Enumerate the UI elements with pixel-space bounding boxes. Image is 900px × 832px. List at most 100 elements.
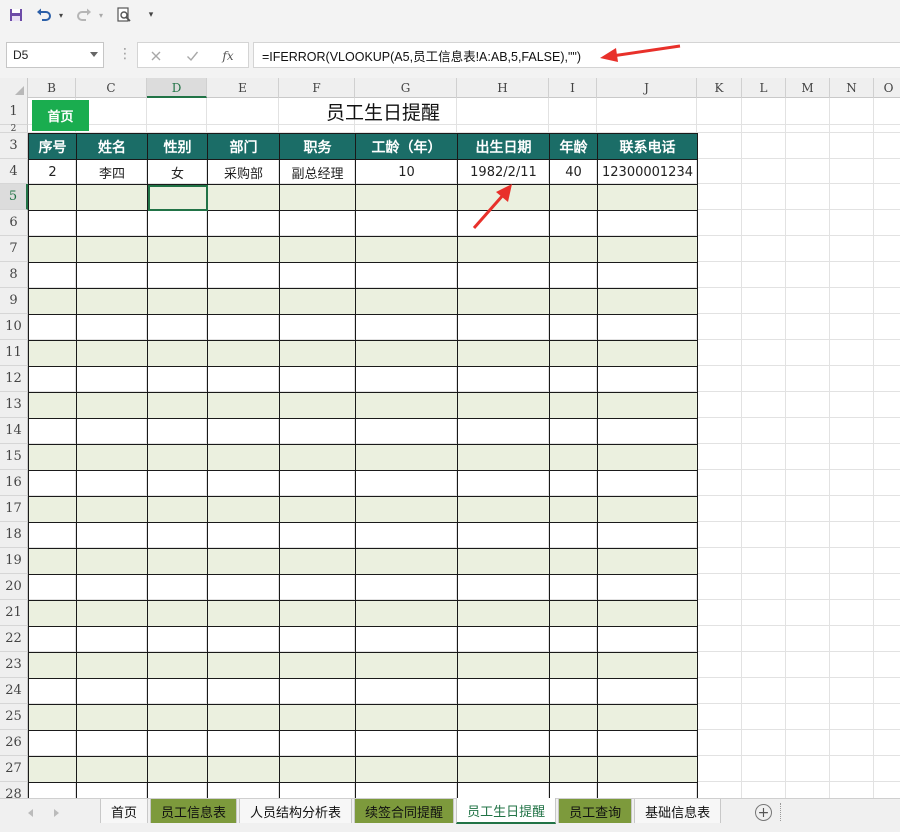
table-cell[interactable] (549, 548, 598, 575)
row-header-28[interactable]: 28 (0, 782, 28, 798)
column-header-cell[interactable]: 序号 (28, 133, 77, 160)
table-cell[interactable] (147, 210, 208, 237)
table-cell[interactable] (355, 314, 458, 341)
table-cell[interactable] (76, 600, 148, 627)
table-cell[interactable] (597, 470, 698, 497)
row-header-20[interactable]: 20 (0, 574, 28, 600)
column-header-f[interactable]: F (279, 78, 355, 98)
table-cell[interactable] (597, 288, 698, 315)
table-cell[interactable] (147, 314, 208, 341)
table-cell[interactable] (597, 626, 698, 653)
table-cell[interactable] (549, 574, 598, 601)
table-cell[interactable] (549, 314, 598, 341)
table-cell[interactable] (28, 548, 77, 575)
table-cell[interactable] (207, 574, 280, 601)
table-cell[interactable] (549, 522, 598, 549)
formula-input[interactable]: =IFERROR(VLOOKUP(A5,员工信息表!A:AB,5,FALSE),… (253, 42, 900, 68)
table-cell[interactable]: 12300001234 (597, 159, 698, 185)
column-header-cell[interactable]: 工龄（年） (355, 133, 458, 160)
table-cell[interactable] (207, 366, 280, 393)
table-cell[interactable] (355, 600, 458, 627)
table-cell[interactable] (279, 574, 356, 601)
table-cell[interactable] (597, 418, 698, 445)
row-header-6[interactable]: 6 (0, 210, 28, 236)
table-cell[interactable] (28, 652, 77, 679)
table-cell[interactable] (207, 548, 280, 575)
table-cell[interactable] (549, 340, 598, 367)
table-cell[interactable] (597, 262, 698, 289)
table-cell[interactable]: 副总经理 (279, 159, 356, 185)
row-header-24[interactable]: 24 (0, 678, 28, 704)
table-cell[interactable] (279, 444, 356, 471)
row-header-19[interactable]: 19 (0, 548, 28, 574)
table-cell[interactable] (549, 236, 598, 263)
table-cell[interactable] (76, 418, 148, 445)
table-cell[interactable] (76, 236, 148, 263)
column-header-e[interactable]: E (207, 78, 279, 98)
column-header-cell[interactable]: 职务 (279, 133, 356, 160)
column-header-c[interactable]: C (76, 78, 147, 98)
redo-icon[interactable] (74, 4, 94, 26)
table-cell[interactable] (279, 678, 356, 705)
column-header-cell[interactable]: 性别 (147, 133, 208, 160)
table-cell[interactable] (457, 782, 550, 798)
table-cell[interactable] (147, 236, 208, 263)
table-cell[interactable] (76, 652, 148, 679)
table-cell[interactable] (597, 444, 698, 471)
table-cell[interactable] (457, 340, 550, 367)
table-cell[interactable] (355, 366, 458, 393)
table-cell[interactable] (549, 496, 598, 523)
table-cell[interactable] (597, 366, 698, 393)
column-header-o[interactable]: O (874, 78, 900, 98)
table-cell[interactable] (28, 522, 77, 549)
row-header-12[interactable]: 12 (0, 366, 28, 392)
table-cell[interactable] (207, 522, 280, 549)
table-cell[interactable] (355, 704, 458, 731)
table-cell[interactable] (355, 730, 458, 757)
table-cell[interactable] (147, 496, 208, 523)
table-cell[interactable] (207, 600, 280, 627)
column-header-j[interactable]: J (597, 78, 697, 98)
table-cell[interactable] (549, 678, 598, 705)
table-cell[interactable] (355, 418, 458, 445)
table-cell[interactable] (279, 782, 356, 798)
table-cell[interactable] (279, 210, 356, 237)
table-cell[interactable] (207, 652, 280, 679)
table-cell[interactable] (457, 236, 550, 263)
table-cell[interactable]: 女 (147, 159, 208, 185)
table-cell[interactable]: 40 (549, 159, 598, 185)
table-cell[interactable] (28, 574, 77, 601)
chevron-down-icon[interactable] (90, 52, 98, 57)
table-cell[interactable] (28, 496, 77, 523)
table-cell[interactable] (28, 626, 77, 653)
table-cell[interactable] (457, 704, 550, 731)
select-all-corner[interactable] (0, 78, 28, 98)
table-cell[interactable] (147, 522, 208, 549)
column-header-h[interactable]: H (457, 78, 549, 98)
column-header-n[interactable]: N (830, 78, 874, 98)
table-cell[interactable] (28, 730, 77, 757)
table-cell[interactable]: 1982/2/11 (457, 159, 550, 185)
table-cell[interactable] (279, 548, 356, 575)
add-sheet-icon[interactable]: + (755, 804, 772, 821)
table-cell[interactable] (28, 704, 77, 731)
table-cell[interactable] (147, 782, 208, 798)
table-cell[interactable] (147, 600, 208, 627)
table-cell[interactable] (355, 340, 458, 367)
table-cell[interactable] (457, 314, 550, 341)
table-cell[interactable] (457, 366, 550, 393)
table-cell[interactable] (147, 678, 208, 705)
table-cell[interactable] (457, 600, 550, 627)
column-header-cell[interactable]: 姓名 (76, 133, 148, 160)
table-cell[interactable] (76, 210, 148, 237)
row-header-26[interactable]: 26 (0, 730, 28, 756)
table-cell[interactable] (597, 730, 698, 757)
table-cell[interactable] (549, 288, 598, 315)
table-cell[interactable] (457, 496, 550, 523)
tab-3[interactable]: 续签合同提醒 (354, 799, 455, 823)
row-header-18[interactable]: 18 (0, 522, 28, 548)
table-cell[interactable] (207, 678, 280, 705)
table-cell[interactable] (207, 236, 280, 263)
undo-icon[interactable] (34, 4, 54, 26)
table-cell[interactable] (76, 340, 148, 367)
